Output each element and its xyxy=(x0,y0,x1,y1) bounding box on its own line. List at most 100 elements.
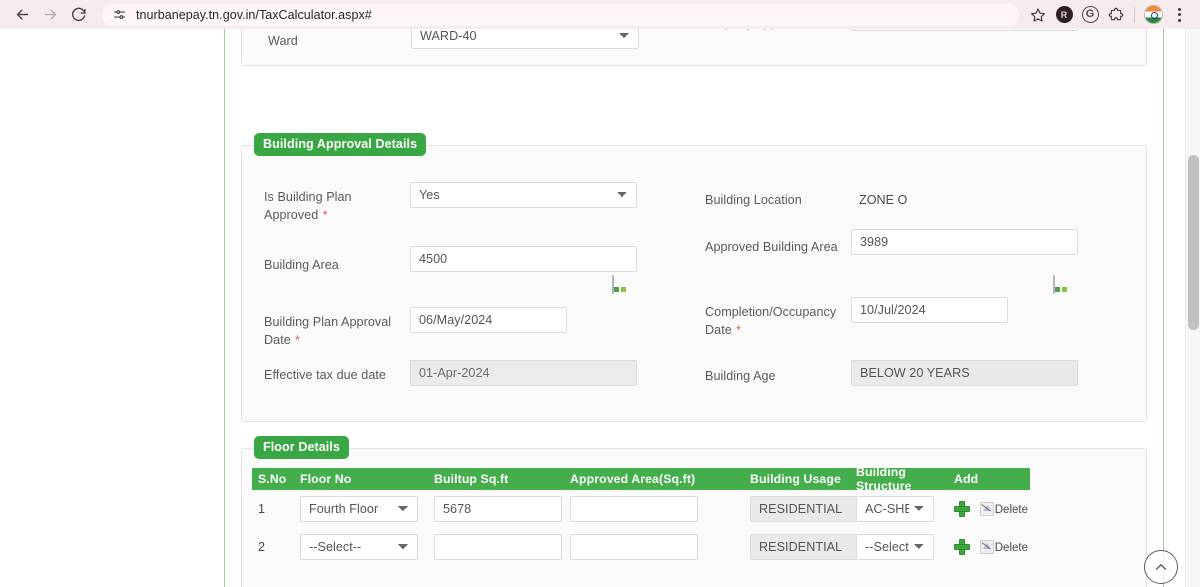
effective-tax-due-date-label: Effective tax due date xyxy=(264,368,386,382)
row-approved-area-cell xyxy=(564,534,744,560)
floor-details-panel: Floor Details S.No Floor No Builtup Sq.f… xyxy=(241,436,1147,587)
approved-area-input[interactable] xyxy=(570,496,698,522)
builtup-sqft-input[interactable] xyxy=(434,534,562,560)
calculator-icon xyxy=(612,275,614,294)
page-container: Ward WARD-40 Property Type * Building xyxy=(224,29,1164,587)
reload-icon xyxy=(71,7,86,22)
bookmark-button[interactable] xyxy=(1025,4,1051,26)
ward-select-wrap: WARD-40 xyxy=(411,29,639,49)
floor-table-header-row: S.No Floor No Builtup Sq.ft Approved Are… xyxy=(252,465,1030,493)
building-area-calculator-button[interactable] xyxy=(612,275,614,294)
three-dot-menu-icon xyxy=(1177,7,1181,22)
add-row-button[interactable] xyxy=(954,539,969,555)
floor-no-select[interactable]: Fourth Floor xyxy=(300,496,418,522)
extensions-button[interactable] xyxy=(1103,2,1129,28)
property-type-label: Property Type * xyxy=(705,29,855,32)
completion-occupancy-date-label: Completion/Occupancy Date * xyxy=(705,305,837,337)
add-row-button[interactable] xyxy=(954,501,969,517)
row-builtup-cell xyxy=(428,534,564,560)
building-area-input-wrap xyxy=(410,246,637,272)
table-row: 1 Fourth Floor 5678 RESIDENTIAL AC-SHEET… xyxy=(252,490,1030,528)
column-header-building-usage: Building Usage xyxy=(750,472,841,486)
row-building-usage-cell: RESIDENTIAL xyxy=(744,496,868,522)
row-sno-cell: 1 xyxy=(252,502,294,516)
building-structure-select[interactable]: --Select-- xyxy=(856,534,934,560)
building-age-label: Building Age xyxy=(705,369,776,383)
builtup-sqft-input[interactable] xyxy=(434,496,562,522)
chrome-menu-button[interactable] xyxy=(1166,2,1192,28)
building-approval-legend: Building Approval Details xyxy=(254,133,427,156)
account-avatar-button[interactable]: R xyxy=(1051,2,1077,28)
is-building-plan-approved-select[interactable]: Yes xyxy=(410,182,637,208)
table-row: 2 --Select-- RESIDENTIAL --Select-- Dele… xyxy=(252,528,1030,566)
forward-button[interactable] xyxy=(36,1,64,29)
required-marker: * xyxy=(295,333,300,347)
toolbar-divider xyxy=(1134,6,1135,23)
approved-area-input[interactable] xyxy=(570,534,698,560)
reload-button[interactable] xyxy=(64,1,92,29)
approved-building-area-input[interactable] xyxy=(851,229,1078,255)
row-builtup-cell xyxy=(428,496,564,522)
column-header-building-structure: Building Structure xyxy=(856,465,912,493)
building-plan-approval-date-label: Building Plan Approval Date * xyxy=(264,315,392,347)
floor-no-select[interactable]: --Select-- xyxy=(300,534,418,560)
building-plan-approval-date-input[interactable] xyxy=(410,307,567,333)
column-header-builtup: Builtup Sq.ft xyxy=(434,472,509,486)
puzzle-piece-icon xyxy=(1108,7,1124,20)
row-building-structure-cell: --Select-- xyxy=(850,534,948,560)
column-header-sno: S.No xyxy=(258,472,287,486)
column-header-floor-no: Floor No xyxy=(300,472,352,486)
building-age-select[interactable]: BELOW 20 YEARS xyxy=(851,360,1078,386)
building-location-value: ZONE O xyxy=(859,193,908,207)
scrollbar-thumb[interactable] xyxy=(1188,155,1199,330)
is-building-plan-approved-select-wrap: Yes xyxy=(410,182,637,208)
row-sno: 1 xyxy=(258,502,266,516)
scroll-to-top-button[interactable] xyxy=(1144,550,1178,584)
building-area-input[interactable] xyxy=(410,246,637,272)
required-marker: * xyxy=(788,29,793,30)
row-building-usage-cell: RESIDENTIAL xyxy=(744,534,868,560)
completion-occupancy-date-input[interactable] xyxy=(851,297,1008,323)
row-sno: 2 xyxy=(258,540,266,554)
gemini-button[interactable]: G xyxy=(1077,2,1103,28)
floor-details-table: S.No Floor No Builtup Sq.ft Approved Are… xyxy=(252,465,1030,566)
row-actions-cell: Delete xyxy=(948,501,1028,517)
approved-building-area-label: Approved Building Area xyxy=(705,240,838,254)
profile-avatar-icon xyxy=(1143,5,1163,24)
page-viewport: Ward WARD-40 Property Type * Building xyxy=(0,29,1200,587)
floor-details-legend: Floor Details xyxy=(254,436,350,459)
back-button[interactable] xyxy=(8,1,36,29)
property-type-select[interactable]: Building xyxy=(851,29,1078,31)
profile-button[interactable] xyxy=(1140,2,1166,28)
effective-tax-due-date-input-wrap xyxy=(410,360,637,386)
page-scrollbar[interactable] xyxy=(1185,29,1200,587)
building-location-label: Building Location xyxy=(705,193,802,207)
required-marker: * xyxy=(322,208,328,222)
calculator-icon xyxy=(1053,275,1055,294)
building-approval-panel: Building Approval Details Is Building Pl… xyxy=(241,133,1147,422)
row-floor-no-cell: Fourth Floor xyxy=(294,496,428,522)
url-text: tnurbanepay.tn.gov.in/TaxCalculator.aspx… xyxy=(136,7,372,22)
account-avatar: R xyxy=(1055,6,1073,23)
gemini-icon: G xyxy=(1081,6,1099,23)
delete-row-button[interactable]: Delete xyxy=(979,502,1028,516)
building-structure-select[interactable]: AC-SHEET xyxy=(856,496,934,522)
toolbar-icon-group: R G xyxy=(1051,2,1192,28)
is-building-plan-approved-label: Is Building Plan Approved * xyxy=(264,190,352,222)
delete-row-button[interactable]: Delete xyxy=(979,540,1028,554)
row-floor-no-cell: --Select-- xyxy=(294,534,428,560)
approved-building-area-calculator-button[interactable] xyxy=(1053,275,1055,294)
approved-building-area-input-wrap xyxy=(851,229,1078,255)
row-approved-area-cell xyxy=(564,496,744,522)
row-actions-cell: Delete xyxy=(948,539,1028,555)
delete-row-label: Delete xyxy=(994,542,1028,554)
site-settings-icon[interactable] xyxy=(112,7,127,22)
row-building-structure-cell: AC-SHEET xyxy=(850,496,948,522)
broken-image-icon xyxy=(979,502,994,516)
building-plan-approval-date-input-wrap xyxy=(410,307,567,333)
star-icon xyxy=(1031,7,1045,22)
forward-arrow-icon xyxy=(44,9,56,20)
address-bar[interactable]: tnurbanepay.tn.gov.in/TaxCalculator.aspx… xyxy=(102,3,1019,26)
ward-label: Ward xyxy=(268,34,298,48)
ward-select[interactable]: WARD-40 xyxy=(411,29,639,49)
